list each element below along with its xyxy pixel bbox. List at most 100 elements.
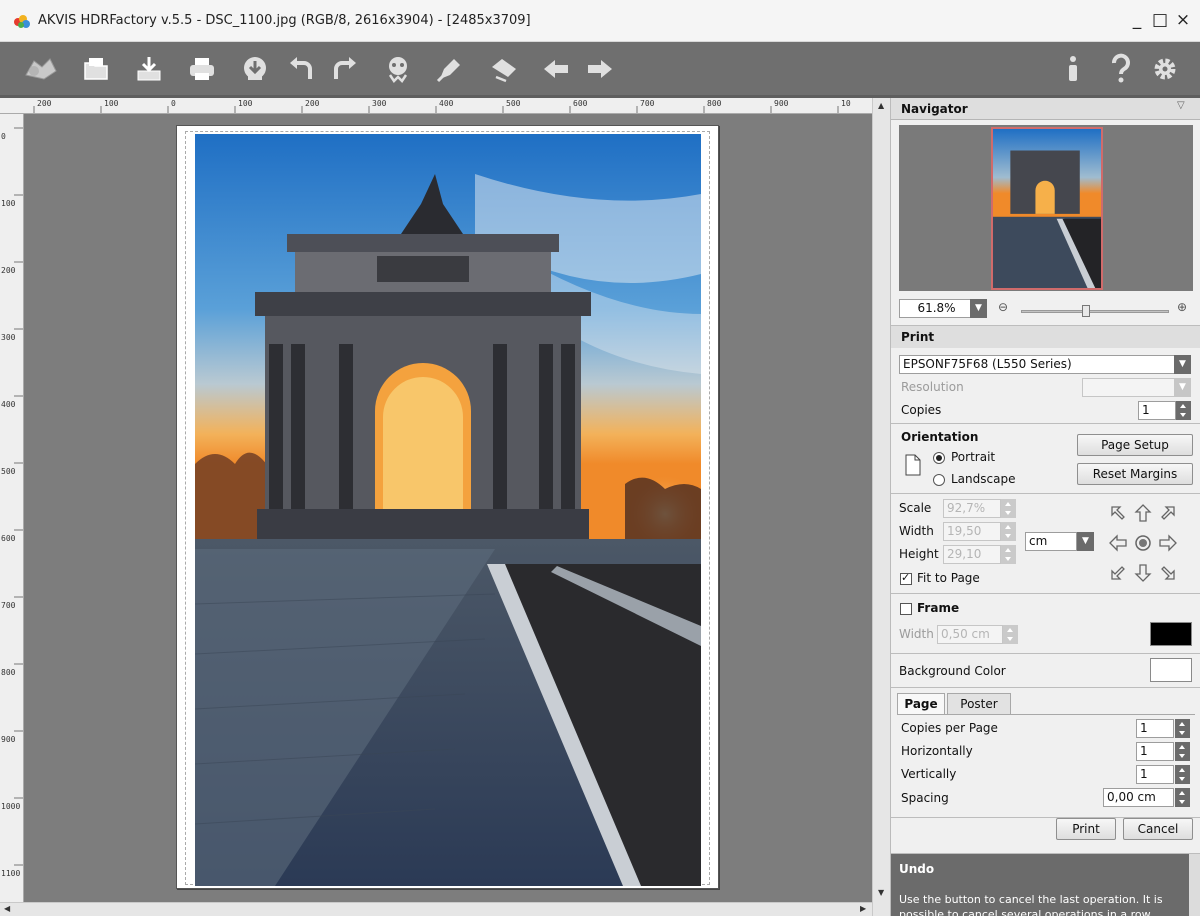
tab-page[interactable]: Page: [897, 693, 945, 714]
layout-section: Page Poster Copies per Page 1 Horizontal…: [891, 688, 1200, 818]
frame-color-swatch[interactable]: [1150, 622, 1192, 646]
zoom-out-icon[interactable]: ⊖: [998, 300, 1008, 314]
scroll-down-icon[interactable]: ▼: [878, 888, 884, 897]
minimize-button[interactable]: _: [1126, 8, 1148, 32]
scroll-left-icon[interactable]: ◀: [4, 904, 10, 913]
print-button[interactable]: Print: [1056, 818, 1116, 840]
background-color-swatch[interactable]: [1150, 658, 1192, 682]
resolution-dropdown-icon[interactable]: ▼: [1174, 378, 1191, 397]
orientation-section: Orientation Portrait Landscape Page Setu…: [891, 424, 1200, 494]
horizontal-scrollbar[interactable]: ◀ ▶: [0, 902, 872, 916]
frame-checkbox[interactable]: [900, 603, 912, 615]
tab-poster[interactable]: Poster: [947, 693, 1011, 714]
frame-width-input[interactable]: 0,50 cm: [937, 625, 1003, 644]
align-bottom-right-icon[interactable]: [1157, 562, 1179, 584]
save-icon[interactable]: [131, 51, 167, 87]
align-right-icon[interactable]: [1157, 532, 1179, 554]
brush-icon[interactable]: [432, 51, 468, 87]
hdr-logo-icon[interactable]: [16, 51, 64, 87]
eraser-icon[interactable]: [486, 51, 522, 87]
redo-icon[interactable]: [326, 51, 362, 87]
align-bottom-icon[interactable]: [1132, 562, 1154, 584]
reset-margins-button[interactable]: Reset Margins: [1077, 463, 1193, 485]
landscape-radio[interactable]: [933, 474, 945, 486]
copies-per-page-label: Copies per Page: [901, 721, 998, 735]
help-scrollbar[interactable]: [1189, 854, 1200, 916]
height-input[interactable]: 29,10: [943, 545, 1001, 564]
canvas-area[interactable]: 200 100 0 100 200 300 400 500 600 700 80…: [0, 98, 890, 916]
width-label: Width: [899, 524, 934, 538]
scale-input[interactable]: 92,7%: [943, 499, 1001, 518]
horizontally-input[interactable]: 1: [1136, 742, 1174, 761]
navigator-preview[interactable]: [899, 125, 1193, 291]
unit-dropdown-icon[interactable]: ▼: [1077, 532, 1094, 551]
open-icon[interactable]: [78, 51, 114, 87]
cancel-button[interactable]: Cancel: [1123, 818, 1193, 840]
spacing-input[interactable]: 0,00 cm: [1103, 788, 1174, 807]
ruler-label: 0: [1, 132, 6, 141]
maximize-button[interactable]: □: [1149, 8, 1171, 32]
horizontally-stepper[interactable]: [1175, 742, 1190, 761]
share-icon[interactable]: [237, 51, 273, 87]
fit-to-page-label[interactable]: Fit to Page: [917, 571, 980, 585]
landscape-label[interactable]: Landscape: [951, 472, 1015, 486]
resolution-select[interactable]: [1082, 378, 1175, 397]
undo-icon[interactable]: [284, 51, 320, 87]
vertically-stepper[interactable]: [1175, 765, 1190, 784]
width-input[interactable]: 19,50: [943, 522, 1001, 541]
forward-icon[interactable]: [582, 51, 618, 87]
navigator-section: Navigator ▽ 61.8% ▼ ⊖ ⊕: [891, 98, 1200, 326]
help-icon[interactable]: [1103, 51, 1139, 87]
ruler-label: 0: [171, 99, 176, 108]
spacing-stepper[interactable]: [1175, 788, 1190, 807]
spacing-label: Spacing: [901, 791, 949, 805]
align-top-right-icon[interactable]: [1157, 502, 1179, 524]
back-icon[interactable]: [538, 51, 574, 87]
printer-dropdown-icon[interactable]: ▼: [1174, 355, 1191, 374]
zoom-dropdown-icon[interactable]: ▼: [970, 299, 987, 318]
toolbar: [0, 42, 1200, 98]
window-title: AKVIS HDRFactory v.5.5 - DSC_1100.jpg (R…: [38, 13, 531, 28]
vertically-input[interactable]: 1: [1136, 765, 1174, 784]
unit-select[interactable]: cm: [1025, 532, 1077, 551]
zoom-input[interactable]: 61.8%: [899, 299, 971, 318]
fit-to-page-checkbox[interactable]: [900, 571, 912, 585]
copies-input[interactable]: 1: [1138, 401, 1176, 420]
info-icon[interactable]: [1055, 51, 1091, 87]
copies-per-page-stepper[interactable]: [1175, 719, 1190, 738]
ruler-label: 800: [1, 668, 16, 677]
portrait-label[interactable]: Portrait: [951, 450, 995, 464]
frame-title[interactable]: Frame: [917, 601, 959, 615]
settings-icon[interactable]: [1147, 51, 1183, 87]
collapse-icon[interactable]: ▽: [1177, 100, 1185, 111]
print-page-preview[interactable]: [176, 125, 719, 889]
zoom-slider[interactable]: [1021, 305, 1169, 317]
vertical-scrollbar[interactable]: ▲ ▼: [872, 98, 890, 916]
zoom-slider-handle[interactable]: [1082, 305, 1090, 317]
height-stepper[interactable]: [1001, 545, 1016, 564]
photo-preview: [195, 134, 701, 886]
navigator-viewport[interactable]: [991, 127, 1103, 290]
print-icon[interactable]: [184, 51, 220, 87]
align-top-icon[interactable]: [1132, 502, 1154, 524]
align-bottom-left-icon[interactable]: [1107, 562, 1129, 584]
align-left-icon[interactable]: [1107, 532, 1129, 554]
width-stepper[interactable]: [1001, 522, 1016, 541]
print-title: Print: [901, 330, 935, 344]
close-button[interactable]: ×: [1172, 8, 1194, 32]
scroll-up-icon[interactable]: ▲: [878, 101, 884, 110]
presets-icon[interactable]: [380, 51, 416, 87]
ruler-label: 700: [1, 601, 16, 610]
frame-width-stepper[interactable]: [1003, 625, 1018, 644]
scroll-right-icon[interactable]: ▶: [860, 904, 866, 913]
portrait-radio[interactable]: [933, 452, 945, 464]
printer-select[interactable]: EPSONF75F68 (L550 Series): [899, 355, 1175, 374]
page-setup-button[interactable]: Page Setup: [1077, 434, 1193, 456]
align-center-icon[interactable]: [1132, 532, 1154, 554]
scale-stepper[interactable]: [1001, 499, 1016, 518]
zoom-in-icon[interactable]: ⊕: [1177, 300, 1187, 314]
align-top-left-icon[interactable]: [1107, 502, 1129, 524]
ruler-label: 300: [1, 333, 16, 342]
copies-stepper[interactable]: [1176, 401, 1191, 420]
copies-per-page-input[interactable]: 1: [1136, 719, 1174, 738]
